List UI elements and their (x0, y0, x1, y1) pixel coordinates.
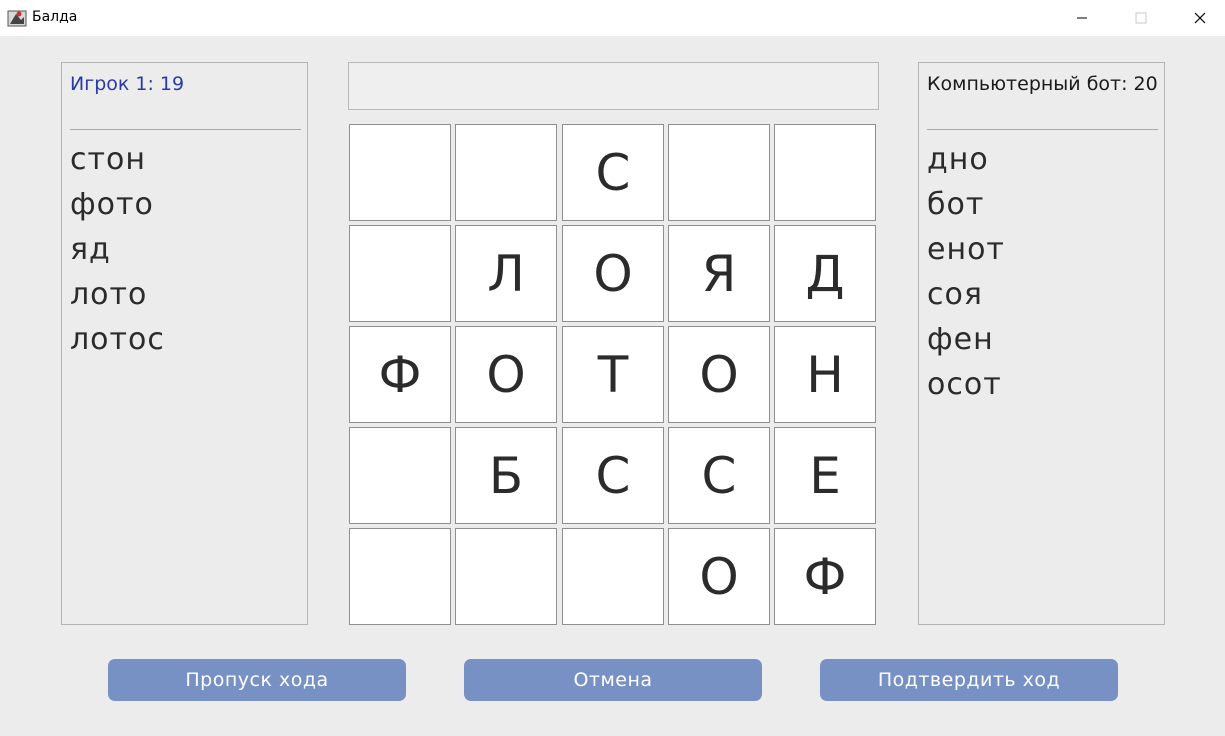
bot-word: енот (927, 232, 1005, 267)
player-word: яд (70, 232, 111, 267)
player-word: лотос (70, 322, 165, 357)
bot-word: осот (927, 367, 1002, 402)
board-cell-r3-c1[interactable]: Ф (349, 326, 451, 423)
current-word-display (348, 62, 879, 110)
player-panel: Игрок 1: 19 стон фото яд лото лотос (61, 62, 308, 625)
board-cell-r5-c3[interactable] (562, 528, 664, 625)
window-title: Балда (32, 9, 78, 25)
board-cell-r4-c5[interactable]: Е (774, 427, 876, 524)
board-cell-r5-c2[interactable] (455, 528, 557, 625)
bot-word-list: дно бот енот соя фен осот (927, 137, 1005, 407)
board-cell-r4-c3[interactable]: С (562, 427, 664, 524)
title-bar: Балда (0, 0, 1225, 36)
board-cell-r2-c5[interactable]: Д (774, 225, 876, 322)
player-word: лото (70, 277, 148, 312)
board-cell-r4-c1[interactable] (349, 427, 451, 524)
board-cell-r5-c4[interactable]: О (668, 528, 770, 625)
board-cell-r3-c5[interactable]: Н (774, 326, 876, 423)
board-cell-r2-c3[interactable]: О (562, 225, 664, 322)
board-cell-r3-c4[interactable]: О (668, 326, 770, 423)
maximize-button[interactable] (1118, 0, 1164, 36)
bot-word: фен (927, 322, 994, 357)
skip-turn-button[interactable]: Пропуск хода (108, 659, 406, 701)
board-cell-r3-c2[interactable]: О (455, 326, 557, 423)
board-cell-r1-c4[interactable] (668, 124, 770, 221)
player-word: фото (70, 187, 154, 222)
board-cell-r1-c5[interactable] (774, 124, 876, 221)
board-cell-r3-c3[interactable]: Т (562, 326, 664, 423)
player-score: Игрок 1: 19 (70, 73, 185, 95)
minimize-icon (1077, 17, 1087, 19)
board-cell-r1-c3[interactable]: С (562, 124, 664, 221)
close-icon (1194, 12, 1206, 24)
cancel-button[interactable]: Отмена (464, 659, 762, 701)
board-cell-r5-c1[interactable] (349, 528, 451, 625)
player-divider (70, 129, 301, 130)
player-word-list: стон фото яд лото лотос (70, 137, 165, 362)
board-cell-r1-c2[interactable] (455, 124, 557, 221)
app-icon (7, 8, 27, 28)
bot-word: дно (927, 142, 989, 177)
minimize-button[interactable] (1059, 0, 1105, 36)
game-board: СЛОЯДФОТОНБССЕОФ (349, 124, 879, 627)
board-cell-r2-c4[interactable]: Я (668, 225, 770, 322)
maximize-icon (1135, 12, 1147, 24)
bot-score: Компьютерный бот: 20 (927, 73, 1158, 95)
board-cell-r2-c1[interactable] (349, 225, 451, 322)
board-cell-r4-c4[interactable]: С (668, 427, 770, 524)
board-cell-r1-c1[interactable] (349, 124, 451, 221)
confirm-turn-button[interactable]: Подтвердить ход (820, 659, 1118, 701)
board-cell-r4-c2[interactable]: Б (455, 427, 557, 524)
player-word: стон (70, 142, 146, 177)
board-cell-r5-c5[interactable]: Ф (774, 528, 876, 625)
bot-word: бот (927, 187, 985, 222)
board-cell-r2-c2[interactable]: Л (455, 225, 557, 322)
bot-divider (927, 129, 1158, 130)
close-button[interactable] (1177, 0, 1223, 36)
bot-panel: Компьютерный бот: 20 дно бот енот соя фе… (918, 62, 1165, 625)
bot-word: соя (927, 277, 983, 312)
